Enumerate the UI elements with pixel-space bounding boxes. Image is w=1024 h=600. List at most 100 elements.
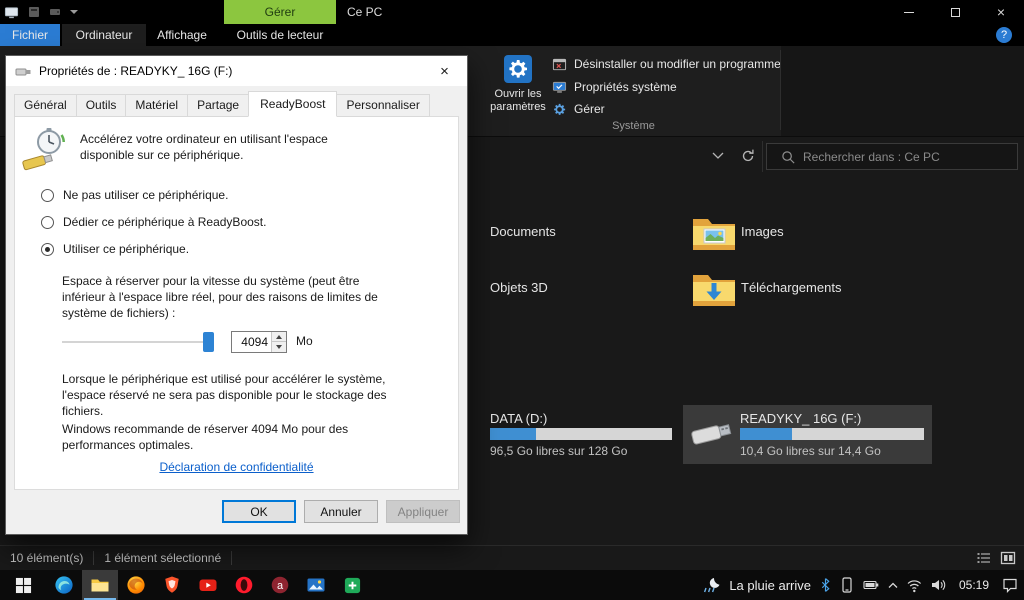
- slider-thumb[interactable]: [203, 331, 214, 352]
- readyboost-icon: [21, 127, 67, 171]
- dialog-close-button[interactable]: ×: [422, 56, 467, 86]
- readyboost-note-1: Lorsque le périphérique est utilisé pour…: [62, 371, 387, 418]
- file-explorer-taskbar-button[interactable]: [82, 570, 118, 600]
- drive-f-name: READYKY_ 16G (F:): [740, 411, 862, 426]
- qat-properties-icon[interactable]: [28, 6, 40, 18]
- radio-dedier-readyboost[interactable]: Dédier ce périphérique à ReadyBoost.: [41, 215, 458, 231]
- photos-taskbar-button[interactable]: [298, 570, 334, 600]
- large-icons-view-icon[interactable]: [1000, 550, 1016, 566]
- qat-customize-caret-icon[interactable]: [70, 10, 78, 14]
- letter-a-app-taskbar-button[interactable]: a: [262, 570, 298, 600]
- spin-down-button[interactable]: [272, 341, 286, 352]
- images-folder-icon[interactable]: [691, 214, 737, 252]
- firefox-taskbar-button[interactable]: [118, 570, 154, 600]
- folder-images[interactable]: Images: [741, 224, 784, 239]
- dialog-title: Propriétés de : READYKY_ 16G (F:): [39, 64, 233, 78]
- edge-taskbar-button[interactable]: [46, 570, 82, 600]
- reserve-space-label: Espace à réserver pour la vitesse du sys…: [62, 274, 378, 321]
- radio-circle-icon: [41, 189, 54, 203]
- taskbar-clock[interactable]: 05:19: [955, 578, 993, 592]
- radio-utiliser-peripherique[interactable]: Utiliser ce périphérique.: [41, 242, 458, 258]
- drive-d-name[interactable]: DATA (D:): [490, 411, 547, 426]
- spinner-buttons: [271, 331, 286, 352]
- drive-f-tile-selected[interactable]: READYKY_ 16G (F:) 10,4 Go libres sur 14,…: [683, 405, 932, 464]
- svg-text:a: a: [277, 580, 284, 592]
- manage-button[interactable]: Gérer: [552, 99, 605, 119]
- spin-up-button[interactable]: [272, 331, 286, 342]
- weather-widget[interactable]: La pluie arrive: [701, 576, 811, 594]
- folder-documents[interactable]: Documents: [490, 224, 556, 239]
- taskbar: a La pluie arrive 05:19: [0, 570, 1024, 600]
- status-divider: [231, 551, 233, 565]
- ribbon-separator: [780, 50, 781, 130]
- windows-logo-icon: [15, 577, 32, 594]
- folder-telechargements[interactable]: Téléchargements: [741, 280, 841, 295]
- network-icon[interactable]: [907, 578, 922, 593]
- opera-icon: [234, 575, 254, 595]
- space-slider[interactable]: [62, 331, 214, 352]
- address-dropdown-chevron-icon[interactable]: [712, 152, 724, 160]
- readyboost-page: Accélérez votre ordinateur en utilisant …: [14, 116, 459, 490]
- maximize-button[interactable]: [932, 0, 978, 24]
- space-value-input[interactable]: [232, 331, 271, 352]
- ok-button[interactable]: OK: [222, 500, 296, 523]
- tab-outils-de-lecteur[interactable]: Outils de lecteur: [224, 24, 336, 46]
- system-tray: La pluie arrive 05:19: [701, 570, 1024, 600]
- green-app-icon: [343, 576, 362, 595]
- drive-f-capacity-fill: [740, 428, 792, 440]
- drive-f-capacity-bar: [740, 428, 924, 440]
- radio-label: Utiliser ce périphérique.: [63, 241, 190, 256]
- youtube-icon: [198, 575, 218, 595]
- tab-materiel[interactable]: Matériel: [125, 94, 189, 117]
- system-properties-label: Propriétés système: [574, 80, 677, 94]
- dialog-tab-strip: Général Outils Matériel Partage ReadyBoo…: [6, 91, 467, 117]
- youtube-taskbar-button[interactable]: [190, 570, 226, 600]
- status-bar: 10 élément(s) 1 élément sélectionné: [0, 545, 1024, 570]
- phone-icon[interactable]: [840, 577, 854, 593]
- privacy-link[interactable]: Déclaration de confidentialité: [159, 460, 313, 476]
- tab-outils[interactable]: Outils: [75, 94, 127, 117]
- volume-icon[interactable]: [931, 578, 946, 592]
- help-icon[interactable]: ?: [996, 27, 1012, 43]
- system-properties-button[interactable]: Propriétés système: [552, 77, 677, 97]
- battery-icon[interactable]: [863, 577, 879, 593]
- brave-icon: [162, 575, 182, 595]
- cancel-button[interactable]: Annuler: [304, 500, 378, 523]
- tab-affichage[interactable]: Affichage: [148, 24, 216, 46]
- tab-partage[interactable]: Partage: [187, 94, 250, 117]
- opera-taskbar-button[interactable]: [226, 570, 262, 600]
- tab-general[interactable]: Général: [14, 94, 77, 117]
- ribbon-empty-area: [781, 46, 1024, 136]
- refresh-icon[interactable]: [740, 148, 756, 164]
- green-app-taskbar-button[interactable]: [334, 570, 370, 600]
- radio-ne-pas-utiliser[interactable]: Ne pas utiliser ce périphérique.: [41, 188, 458, 204]
- bluetooth-icon[interactable]: [820, 577, 831, 593]
- edge-icon: [54, 575, 74, 595]
- close-button[interactable]: ×: [978, 0, 1024, 24]
- ribbon-group-label: Système: [612, 120, 655, 132]
- ribbon-tab-strip: Fichier Ordinateur Affichage Outils de l…: [0, 24, 1024, 46]
- manage-gear-icon: [552, 102, 567, 117]
- uninstall-program-button[interactable]: Désinstaller ou modifier un programme: [552, 54, 781, 74]
- tab-personnaliser[interactable]: Personnaliser: [336, 94, 430, 117]
- qat-drive-icon[interactable]: [49, 6, 61, 18]
- start-button[interactable]: [0, 570, 46, 600]
- drive-f-free-space: 10,4 Go libres sur 14,4 Go: [740, 444, 881, 458]
- apply-button[interactable]: Appliquer: [386, 500, 460, 523]
- folder-objets-3d[interactable]: Objets 3D: [490, 280, 548, 295]
- notifications-icon[interactable]: [1002, 577, 1018, 593]
- slider-track: [62, 340, 214, 343]
- details-view-icon[interactable]: [976, 550, 992, 566]
- downloads-folder-icon[interactable]: [691, 270, 737, 308]
- tab-readyboost[interactable]: ReadyBoost: [248, 91, 338, 117]
- search-input[interactable]: [767, 144, 1017, 169]
- file-explorer-icon: [90, 575, 110, 595]
- brave-taskbar-button[interactable]: [154, 570, 190, 600]
- tab-ordinateur[interactable]: Ordinateur: [62, 24, 146, 46]
- chevron-up-icon[interactable]: [888, 582, 898, 589]
- minimize-icon: [904, 11, 914, 13]
- tab-fichier[interactable]: Fichier: [0, 24, 60, 46]
- space-spinbox: [231, 330, 287, 353]
- minimize-button[interactable]: [886, 0, 932, 24]
- firefox-icon: [126, 575, 146, 595]
